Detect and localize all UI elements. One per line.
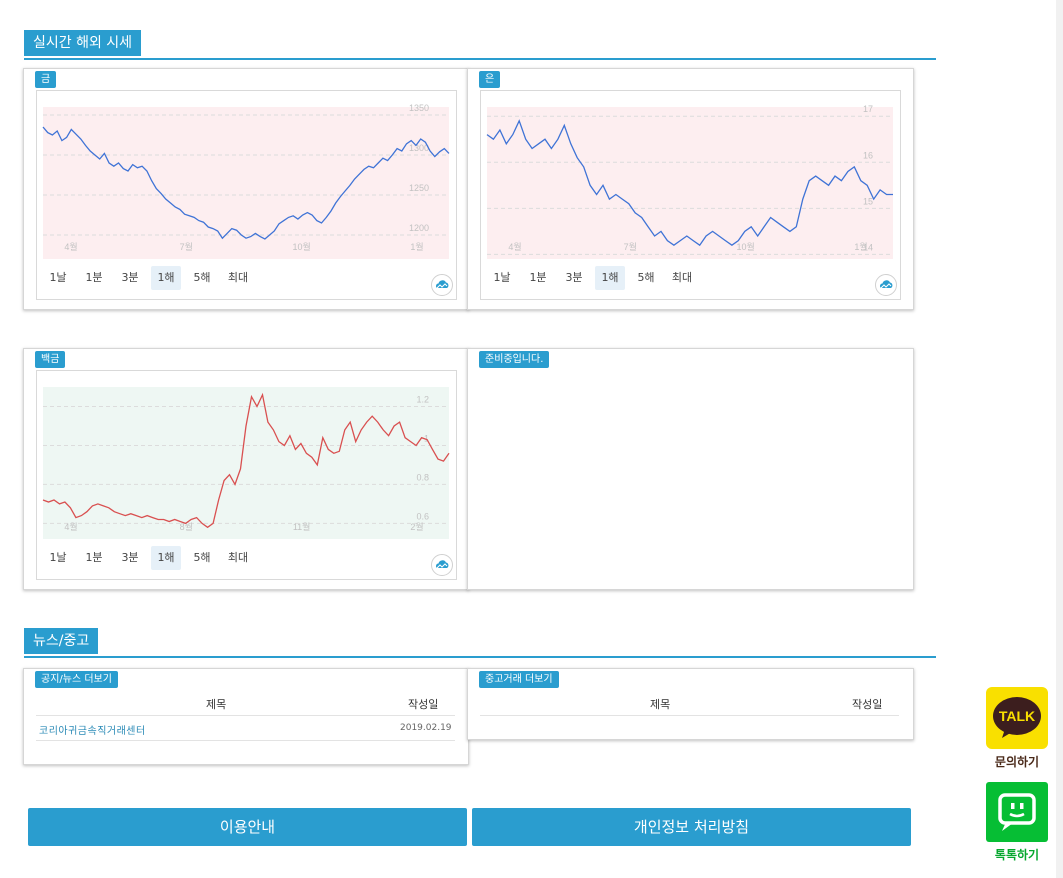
x-tick-label: 1월 (410, 241, 423, 252)
x-tick-label: 2월 (410, 521, 423, 532)
gold-chart-svg: 13501300125012004월 7월 10월 1월 (42, 103, 450, 259)
gold-badge: 금 (35, 71, 57, 88)
market-section-header: 실시간 해외 시세 (24, 30, 936, 60)
silver-chart: 17 16 15 14 4월 7월 10월 1월 1날 1분 3분 1해 5해 최대 (480, 90, 901, 300)
silver-period-1day[interactable]: 1날 (487, 266, 517, 290)
used-col-date: 작성일 (852, 698, 883, 711)
plot-area (487, 107, 893, 259)
silver-period-max[interactable]: 최대 (667, 266, 697, 290)
privacy-policy-button[interactable]: 개인정보 처리방침 (472, 808, 911, 846)
gold-period-5year[interactable]: 5해 (187, 266, 217, 290)
x-tick-label: 4월 (508, 241, 521, 252)
platinum-period-max[interactable]: 최대 (223, 546, 253, 570)
guide-button[interactable]: 이용안내 (28, 808, 467, 846)
news-section-header: 뉴스/중고 (24, 628, 936, 658)
plot-area (43, 107, 449, 259)
platinum-chart-svg: 1.210.80.64월 8월 11월 2월 (42, 387, 450, 539)
gold-period-3min[interactable]: 3분 (115, 266, 145, 290)
news-col-title: 제목 (206, 698, 227, 711)
platinum-card: 백금 1.2 1 0.8 0.6 4월 8월 11월 2월 1날 1분 3분 1해 5해 최대 (23, 348, 469, 590)
talktalk-label[interactable]: 톡톡하기 (986, 846, 1048, 863)
silver-period-5year[interactable]: 5해 (631, 266, 661, 290)
cloud-icon[interactable] (431, 554, 453, 576)
x-tick-label: 4월 (64, 241, 77, 252)
x-tick-label: 1월 (854, 241, 867, 252)
platinum-chart: 1.2 1 0.8 0.6 4월 8월 11월 2월 1날 1분 3분 1해 5해 최대 (36, 370, 457, 580)
platinum-period-1day[interactable]: 1날 (43, 546, 73, 570)
silver-period-1year[interactable]: 1해 (595, 266, 625, 290)
x-tick-label: 4월 (64, 521, 77, 532)
used-more-link[interactable]: 중고거래 더보기 (479, 671, 559, 688)
news-header-divider (36, 715, 455, 716)
pending-card: 준비중입니다. (467, 348, 914, 590)
kakao-talk-button[interactable]: TALK (986, 687, 1048, 749)
y-tick-label: 1.2 (416, 394, 429, 404)
talk-label[interactable]: 문의하기 (986, 753, 1048, 770)
talk-logo-text: TALK (999, 708, 1035, 724)
kakao-talk-icon: TALK (993, 697, 1041, 738)
gold-period-1day[interactable]: 1날 (43, 266, 73, 290)
used-col-title: 제목 (650, 698, 671, 711)
news-card: 공지/뉴스 더보기 제목 작성일 코리아귀금속직거래센터 2019.02.19 (23, 668, 469, 765)
y-tick-label: 15 (863, 196, 873, 206)
platinum-period-1year[interactable]: 1해 (151, 546, 181, 570)
x-tick-label: 7월 (624, 241, 637, 252)
y-tick-label: 17 (863, 104, 873, 114)
x-tick-label: 7월 (180, 241, 193, 252)
y-tick-label: 1200 (409, 223, 429, 233)
platinum-period-3min[interactable]: 3분 (115, 546, 145, 570)
y-tick-label: 0.6 (416, 511, 429, 521)
plot-area (43, 387, 449, 539)
gold-period-max[interactable]: 최대 (223, 266, 253, 290)
news-row-divider (36, 740, 455, 741)
silver-card: 은 17 16 15 14 4월 7월 10월 1월 1날 1분 3분 1해 5해 최대 (467, 68, 914, 310)
gold-period-1year[interactable]: 1해 (151, 266, 181, 290)
y-tick-label: 1350 (409, 103, 429, 113)
silver-chart-svg: 171615144월 7월 10월 1월 (486, 104, 893, 259)
x-tick-label: 10월 (293, 241, 311, 252)
market-section-title: 실시간 해외 시세 (24, 30, 142, 56)
talktalk-icon (998, 793, 1036, 831)
cloud-icon[interactable] (431, 274, 453, 296)
platinum-period-1min[interactable]: 1분 (79, 546, 109, 570)
silver-period-3min[interactable]: 3분 (559, 266, 589, 290)
talktalk-button[interactable] (986, 782, 1048, 842)
used-header-divider (480, 715, 899, 716)
used-card: 중고거래 더보기 제목 작성일 (467, 668, 914, 740)
y-tick-label: 16 (863, 150, 873, 160)
gold-period-1min[interactable]: 1분 (79, 266, 109, 290)
platinum-badge: 백금 (35, 351, 66, 368)
x-tick-label: 10월 (737, 241, 755, 252)
silver-badge: 은 (479, 71, 501, 88)
news-more-link[interactable]: 공지/뉴스 더보기 (35, 671, 118, 688)
gold-chart: 1350 1300 1250 1200 4월 7월 10월 1월 1날 1분 3분 1해 5해… (36, 90, 457, 300)
y-tick-label: 0.8 (416, 472, 429, 482)
y-tick-label: 1250 (409, 183, 429, 193)
pending-badge: 준비중입니다. (479, 351, 550, 368)
gold-card: 금 1350 1300 1250 1200 4월 7월 10월 1월 1날 1분 3분 1해 … (23, 68, 469, 310)
x-tick-label: 11월 (293, 521, 311, 532)
news-section-title: 뉴스/중고 (24, 628, 99, 654)
silver-period-1min[interactable]: 1분 (523, 266, 553, 290)
platinum-period-5year[interactable]: 5해 (187, 546, 217, 570)
cloud-icon[interactable] (875, 274, 897, 296)
news-row-date: 2019.02.19 (400, 723, 452, 733)
page-scrollbar[interactable] (1056, 0, 1063, 878)
news-row-title[interactable]: 코리아귀금속직거래센터 (39, 722, 146, 737)
news-col-date: 작성일 (408, 698, 439, 711)
